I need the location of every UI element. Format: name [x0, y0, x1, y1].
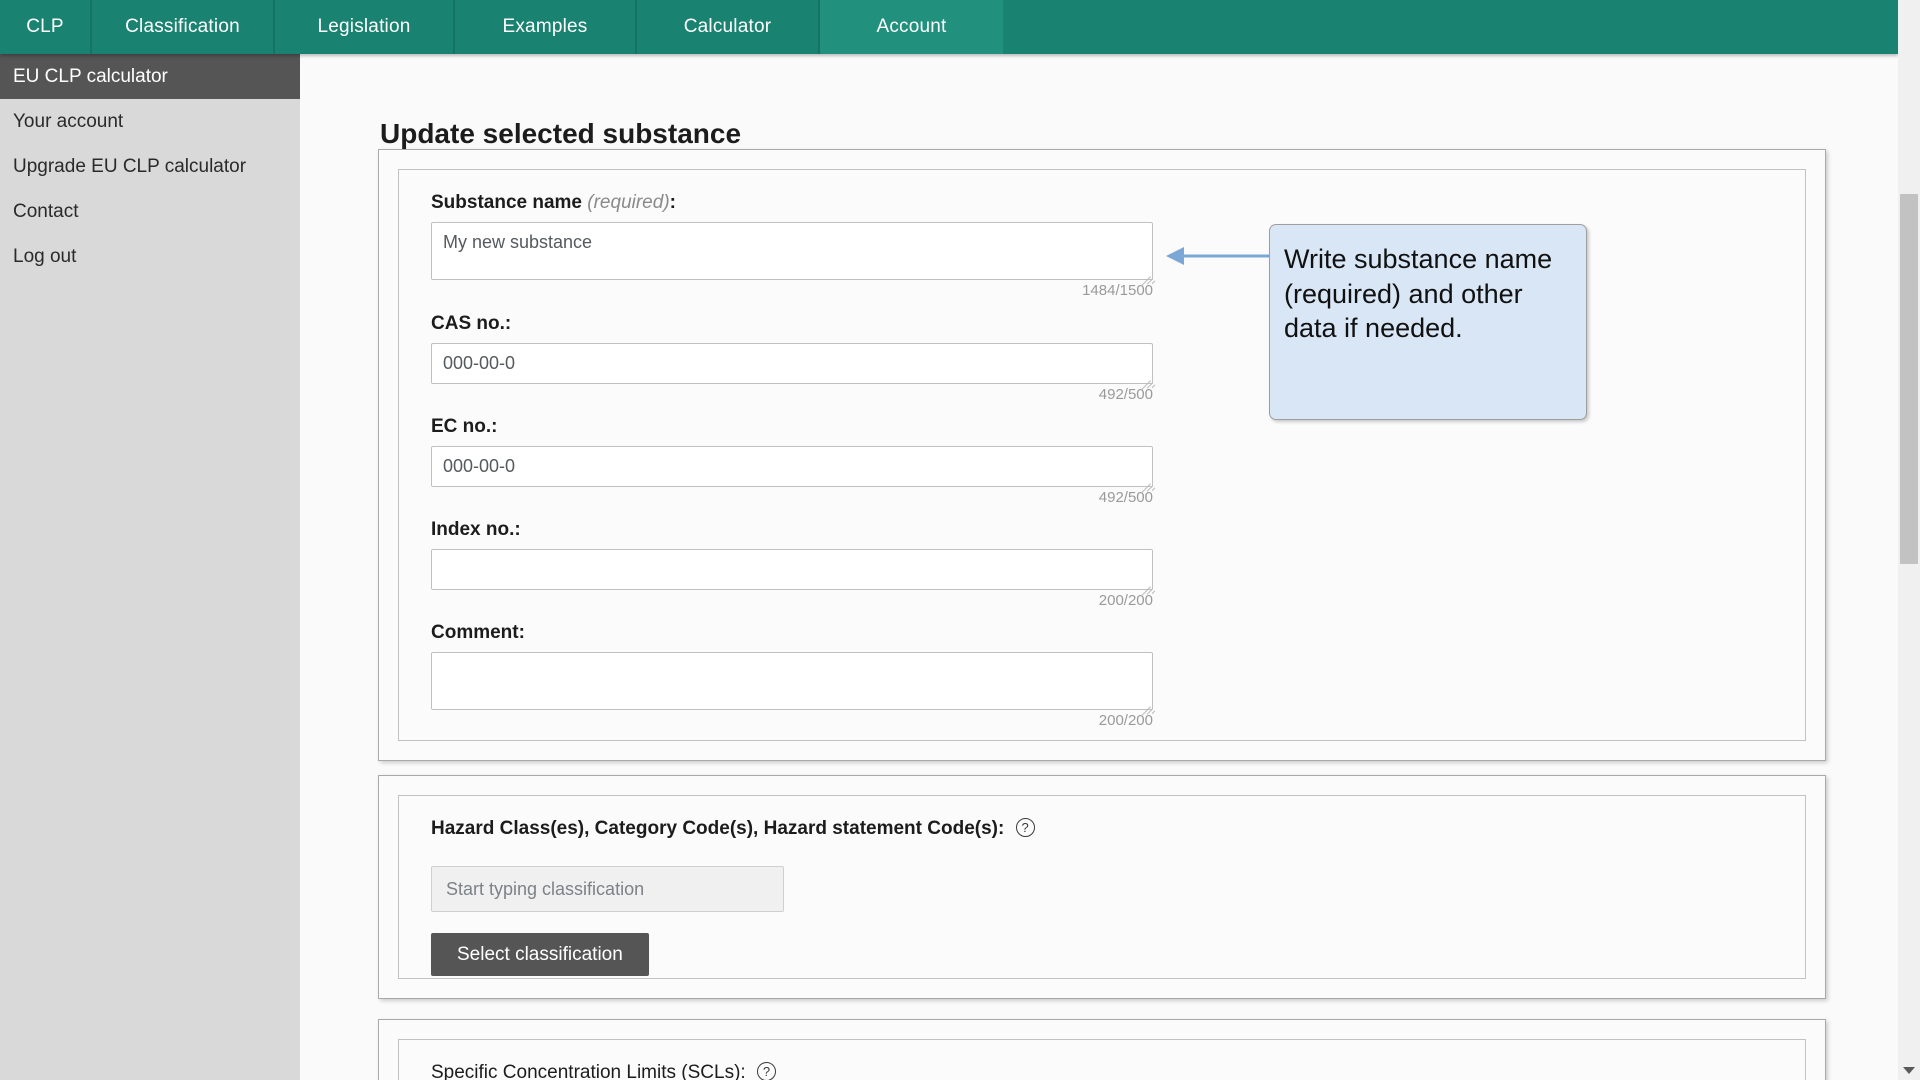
- nav-tab-classification-label: Classification: [125, 16, 240, 37]
- scroll-down-arrow-icon[interactable]: [1903, 1067, 1915, 1074]
- comment-input[interactable]: [431, 652, 1153, 710]
- sidebar-item-contact-label: Contact: [13, 200, 79, 222]
- question-mark-glyph: ?: [1021, 819, 1029, 835]
- scl-label-text: Specific Concentration Limits (SCLs):: [431, 1062, 746, 1080]
- sidebar-item-upgrade-label: Upgrade EU CLP calculator: [13, 155, 247, 177]
- cas-no-input[interactable]: [431, 343, 1153, 384]
- app-window: CLP Classification Legislation Examples …: [0, 0, 1920, 1080]
- sidebar-item-log-out-label: Log out: [13, 245, 77, 267]
- nav-tab-legislation-label: Legislation: [317, 16, 411, 37]
- scl-label: Specific Concentration Limits (SCLs): ?: [431, 1062, 776, 1080]
- page-title: Update selected substance: [380, 117, 742, 149]
- substance-name-counter: 1484/1500: [1082, 282, 1153, 299]
- nav-tab-classification[interactable]: Classification: [92, 0, 275, 54]
- cas-no-label: CAS no.:: [431, 313, 512, 334]
- comment-label: Comment:: [431, 622, 525, 643]
- sidebar-item-your-account[interactable]: Your account: [0, 99, 300, 144]
- sidebar-item-eu-clp-calculator-label: EU CLP calculator: [13, 65, 168, 87]
- sidebar-item-your-account-label: Your account: [13, 110, 124, 132]
- callout-text: Write substance name (required) and othe…: [1284, 244, 1553, 344]
- nav-tab-account[interactable]: Account: [820, 0, 1003, 54]
- substance-name-label-colon: :: [669, 192, 676, 213]
- scl-card: Specific Concentration Limits (SCLs): ?: [378, 1019, 1826, 1080]
- question-mark-icon[interactable]: ?: [1015, 818, 1035, 837]
- main-content: Update selected substance Substance name…: [300, 54, 1898, 1080]
- callout-tooltip: Write substance name (required) and othe…: [1269, 224, 1587, 420]
- index-no-input[interactable]: [431, 549, 1153, 590]
- classification-search-input[interactable]: [431, 866, 784, 912]
- classification-inner-box: Hazard Class(es), Category Code(s), Haza…: [398, 795, 1806, 979]
- nav-tab-calculator-label: Calculator: [683, 16, 772, 37]
- scrollbar-top-gap: [1898, 0, 1920, 54]
- nav-tab-calculator[interactable]: Calculator: [637, 0, 820, 54]
- substance-name-input[interactable]: [431, 222, 1153, 280]
- scl-inner-box: Specific Concentration Limits (SCLs): ?: [398, 1039, 1806, 1080]
- sidebar-item-eu-clp-calculator[interactable]: EU CLP calculator: [0, 54, 300, 99]
- substance-name-label-text: Substance name: [431, 192, 582, 213]
- nav-tab-legislation[interactable]: Legislation: [275, 0, 455, 54]
- callout-arrow-icon: [1166, 247, 1273, 265]
- index-no-label: Index no.:: [431, 519, 521, 540]
- substance-details-inner-box: Substance name (required): 1484/1500 CAS…: [398, 169, 1806, 741]
- question-mark-glyph: ?: [762, 1063, 771, 1079]
- nav-tab-account-label: Account: [876, 16, 947, 37]
- classification-card: Hazard Class(es), Category Code(s), Haza…: [378, 775, 1826, 999]
- select-classification-button[interactable]: Select classification: [431, 933, 649, 976]
- ec-no-label: EC no.:: [431, 416, 498, 437]
- substance-name-required-note: (required): [587, 192, 670, 213]
- substance-name-label: Substance name (required):: [431, 192, 676, 214]
- index-no-counter: 200/200: [1098, 592, 1153, 609]
- ec-no-counter: 492/500: [1098, 489, 1153, 506]
- nav-tab-clp[interactable]: CLP: [0, 0, 92, 54]
- sidebar-item-contact[interactable]: Contact: [0, 189, 300, 234]
- sidebar: EU CLP calculator Your account Upgrade E…: [0, 54, 300, 1080]
- classification-label-text: Hazard Class(es), Category Code(s), Haza…: [431, 818, 1005, 839]
- sidebar-item-upgrade-eu-clp-calculator[interactable]: Upgrade EU CLP calculator: [0, 144, 300, 189]
- nav-tab-examples-label: Examples: [502, 16, 588, 37]
- comment-counter: 200/200: [1098, 712, 1153, 729]
- sidebar-item-log-out[interactable]: Log out: [0, 234, 300, 279]
- classification-label: Hazard Class(es), Category Code(s), Haza…: [431, 818, 1035, 840]
- cas-no-counter: 492/500: [1098, 386, 1153, 403]
- top-navigation-bar: CLP Classification Legislation Examples …: [0, 0, 1898, 54]
- substance-details-card: Substance name (required): 1484/1500 CAS…: [378, 149, 1826, 761]
- scrollbar-thumb[interactable]: [1900, 194, 1918, 564]
- vertical-scrollbar[interactable]: [1898, 54, 1920, 1080]
- ec-no-input[interactable]: [431, 446, 1153, 487]
- nav-tab-examples[interactable]: Examples: [455, 0, 637, 54]
- question-mark-icon[interactable]: ?: [756, 1062, 776, 1080]
- nav-tab-clp-label: CLP: [26, 16, 64, 37]
